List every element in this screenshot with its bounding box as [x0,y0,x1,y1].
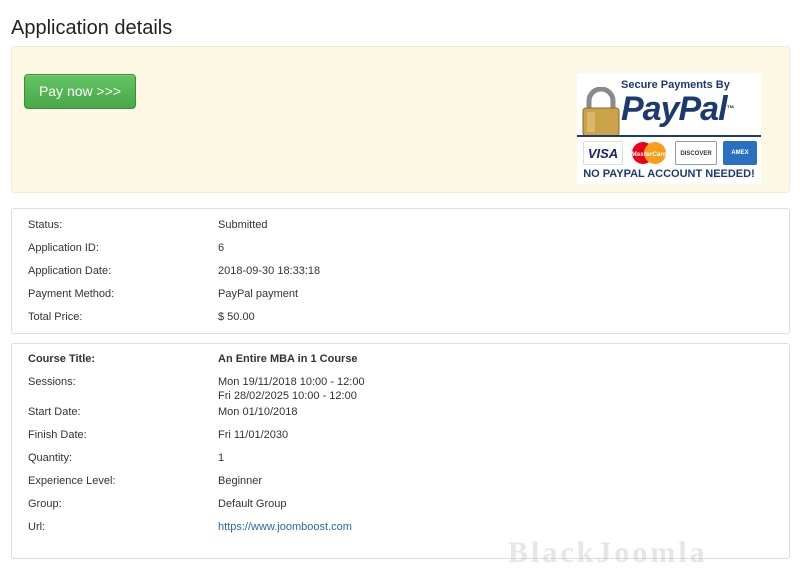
discover-logo: DISCOVER [675,141,717,165]
course-url-link[interactable]: https://www.joomboost.com [218,521,352,533]
detail-label: Group: [28,498,62,510]
application-id-value: 6 [218,242,225,254]
detail-label: Application ID: [28,242,99,254]
status-value: Submitted [218,219,268,231]
url-value: https://www.joomboost.com [218,520,618,534]
detail-label: Finish Date: [28,429,87,441]
course-details-box: Course Title: An Entire MBA in 1 Course … [11,343,790,559]
paypal-trademark: ™ [726,104,735,113]
group-value: Default Group [218,498,287,510]
padlock-icon [582,87,620,137]
course-title-label: Course Title: [28,353,96,365]
detail-label: Experience Level: [28,475,116,487]
sessions-value: Mon 19/11/2018 10:00 - 12:00 Fri 28/02/2… [218,375,618,403]
experience-level-value: Beginner [218,475,263,487]
paypal-logo: PayPal™ [621,89,735,129]
paypal-divider [577,135,761,137]
url-label: Url: [28,521,46,533]
payment-method-value: PayPal payment [218,288,299,300]
detail-label: Start Date: [28,406,81,418]
detail-label: Payment Method: [28,288,115,300]
session-item: Fri 28/02/2025 10:00 - 12:00 [218,390,357,402]
detail-label: Application Date: [28,265,112,277]
card-logos: VISA MasterCard DISCOVER AMEX [583,141,759,165]
sessions-label: Sessions: [28,376,76,388]
payment-panel: Pay now >>> Secure Payments By PayPal™ V… [11,46,790,193]
mastercard-logo: MasterCard [629,141,669,165]
mastercard-text: MasterCard [631,151,668,158]
quantity-value: 1 [218,452,225,464]
no-account-text: NO PAYPAL ACCOUNT NEEDED! [583,168,755,180]
application-details-box: Status: Submitted Application ID: 6 Appl… [11,208,790,334]
total-price-value: $ 50.00 [218,311,255,323]
finish-date-value: Fri 11/01/2030 [218,429,289,441]
page-title: Application details [11,17,173,39]
paypal-badge: Secure Payments By PayPal™ VISA MasterCa… [577,73,761,184]
watermark-logo: BlackJoomla [508,536,708,569]
session-item: Mon 19/11/2018 10:00 - 12:00 [218,376,365,388]
amex-logo: AMEX [723,141,757,165]
start-date-value: Mon 01/10/2018 [218,406,298,418]
pay-now-button[interactable]: Pay now >>> [24,74,136,109]
detail-label: Status: [28,219,63,231]
paypal-logo-text: PayPal [621,90,728,128]
mastercard-icon: MasterCard [631,142,668,164]
application-date-value: 2018-09-30 18:33:18 [218,265,321,277]
detail-label: Quantity: [28,452,73,464]
detail-label: Total Price: [28,311,83,323]
course-title-value: An Entire MBA in 1 Course [218,353,358,365]
visa-logo: VISA [583,141,623,165]
